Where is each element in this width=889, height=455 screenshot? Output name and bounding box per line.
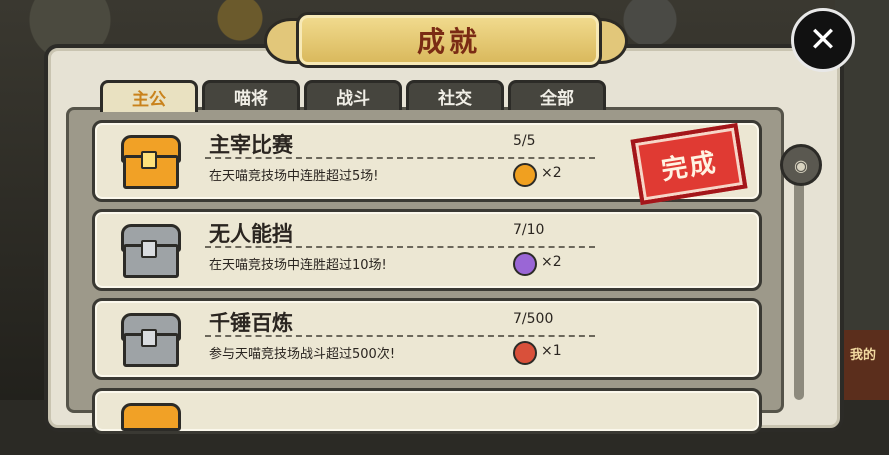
achievement-title: 无人能挡	[209, 222, 293, 246]
achievement-progress: 5/5	[513, 133, 536, 149]
achievement-title: 主宰比赛	[209, 133, 293, 157]
reward-count: ×1	[541, 343, 562, 359]
achievement-description: 在天喵竞技场中连胜超过5场!	[209, 169, 379, 184]
silver-chest-icon	[119, 220, 181, 278]
banner-plate: 成就	[296, 12, 602, 68]
divider	[205, 335, 595, 337]
tab-social[interactable]: 社交	[406, 80, 504, 110]
achievement-row[interactable]	[92, 388, 762, 434]
gold-chest-icon	[119, 399, 181, 455]
tab-all[interactable]: 全部	[508, 80, 606, 110]
achievement-row[interactable]: 主宰比赛 在天喵竞技场中连胜超过5场! 5/5 ×2 完成	[92, 120, 762, 206]
achievement-progress: 7/10	[513, 222, 545, 238]
achievement-progress: 7/500	[513, 311, 554, 327]
reward-count: ×2	[541, 254, 562, 270]
close-icon: ✕	[808, 20, 838, 60]
divider	[205, 157, 595, 159]
tab-lord[interactable]: 主公	[100, 80, 198, 112]
scrollbar-track[interactable]	[794, 150, 804, 400]
tab-battle[interactable]: 战斗	[304, 80, 402, 110]
completed-stamp: 完成	[630, 122, 748, 206]
close-button[interactable]: ✕	[791, 8, 855, 72]
cat-face-icon: ◉	[794, 155, 808, 175]
page-title: 成就	[416, 25, 481, 58]
achievement-row[interactable]: 无人能挡 在天喵竞技场中连胜超过10场! 7/10 ×2	[92, 209, 762, 291]
achievement-description: 参与天喵竞技场战斗超过500次!	[209, 347, 396, 362]
gold-chest-icon	[119, 131, 181, 189]
achievement-title: 千锤百炼	[209, 311, 293, 335]
gold-coin-icon	[513, 163, 537, 187]
scrollbar-handle[interactable]: ◉	[780, 144, 822, 186]
silver-chest-icon	[119, 309, 181, 367]
achievement-row[interactable]: 千锤百炼 参与天喵竞技场战斗超过500次! 7/500 ×1	[92, 298, 762, 380]
tab-generals[interactable]: 喵将	[202, 80, 300, 110]
stamp-label: 完成	[659, 147, 720, 186]
title-banner: 成就	[264, 10, 628, 68]
purple-bag-icon	[513, 252, 537, 276]
achievement-description: 在天喵竞技场中连胜超过10场!	[209, 258, 387, 273]
side-badge-label: 我的	[849, 348, 876, 363]
tab-bar: 主公 喵将 战斗 社交 全部	[100, 80, 606, 112]
reward-count: ×2	[541, 165, 562, 181]
red-scroll-icon	[513, 341, 537, 365]
divider	[205, 246, 595, 248]
